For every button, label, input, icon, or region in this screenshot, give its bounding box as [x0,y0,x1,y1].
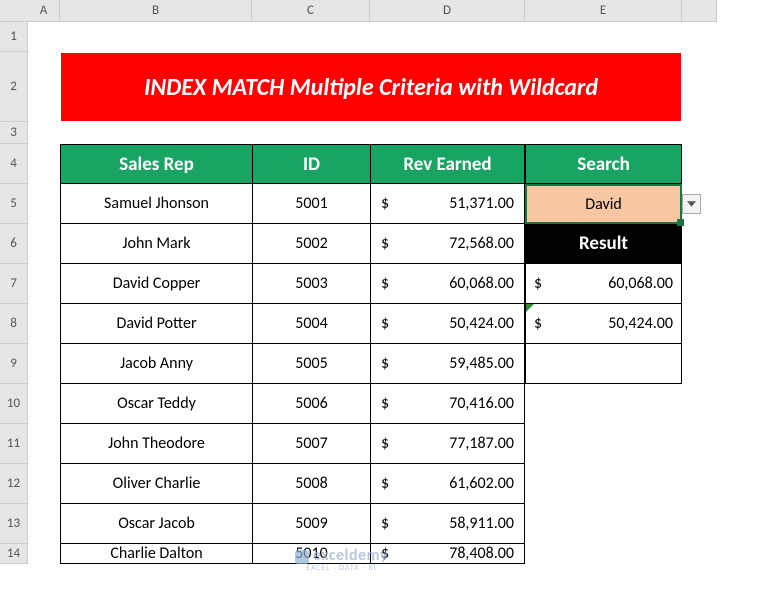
error-flag-icon[interactable] [526,304,534,312]
watermark-subtext: EXCEL · DATA · BI [306,564,377,572]
currency-amount: 50,424.00 [608,314,673,333]
cell-rep[interactable]: Oscar Teddy [60,384,252,424]
result-cell[interactable]: $ 60,068.00 [525,264,682,304]
page-title: INDEX MATCH Multiple Criteria with Wildc… [60,52,682,122]
row-header-8[interactable]: 8 [0,304,28,344]
cell-rev[interactable]: $ 50,424.00 [370,304,525,344]
row-header-3[interactable]: 3 [0,122,28,144]
currency-amount: 50,424.00 [449,314,516,333]
col-header-C[interactable]: C [252,0,370,22]
cell-rep[interactable]: Samuel Jhonson [60,184,252,224]
row-header-10[interactable]: 10 [0,384,28,424]
cell-rev[interactable]: $ 77,187.00 [370,424,525,464]
row-header-7[interactable]: 7 [0,264,28,304]
currency-symbol: $ [534,314,542,333]
cell-id[interactable]: 5005 [252,344,370,384]
cell-id[interactable]: 5007 [252,424,370,464]
currency-symbol: $ [379,514,389,533]
row-header-9[interactable]: 9 [0,344,28,384]
currency-amount: 60,068.00 [449,274,516,293]
currency-amount: 77,187.00 [449,434,516,453]
currency-symbol: $ [379,354,389,373]
row-header-12[interactable]: 12 [0,464,28,504]
currency-amount: 78,408.00 [449,544,516,563]
currency-symbol: $ [379,394,389,413]
currency-amount: 59,485.00 [449,354,516,373]
result-header[interactable]: Result [525,224,682,264]
col-header-E[interactable]: E [525,0,682,22]
col-header-D[interactable]: D [370,0,525,22]
th-rev-earned[interactable]: Rev Earned [370,144,525,184]
cell-rep[interactable]: David Potter [60,304,252,344]
cell-id[interactable]: 5001 [252,184,370,224]
cell-id[interactable]: 5004 [252,304,370,344]
currency-symbol: $ [379,234,389,253]
fill-handle[interactable] [677,219,684,226]
row-header-5[interactable]: 5 [0,184,28,224]
cell-rep[interactable]: Charlie Dalton [60,544,252,564]
cell-rev[interactable]: $ 70,416.00 [370,384,525,424]
row-header-11[interactable]: 11 [0,424,28,464]
cell-rep[interactable]: Oliver Charlie [60,464,252,504]
currency-amount: 61,602.00 [449,474,516,493]
row-header-13[interactable]: 13 [0,504,28,544]
currency-symbol: $ [379,274,389,293]
currency-amount: 51,371.00 [449,194,516,213]
cell-rev[interactable]: $ 60,068.00 [370,264,525,304]
row-header-6[interactable]: 6 [0,224,28,264]
cell-rep[interactable]: John Theodore [60,424,252,464]
currency-amount: 58,911.00 [449,514,516,533]
cell-rev[interactable]: $ 72,568.00 [370,224,525,264]
row-header-2[interactable]: 2 [0,52,28,122]
data-validation-dropdown[interactable] [682,194,701,214]
cell-rev[interactable]: $ 58,911.00 [370,504,525,544]
worksheet: A A B C D E 1 2 3 4 5 6 7 8 9 10 11 12 1… [0,0,768,564]
col-header-B[interactable]: B [60,0,252,22]
currency-amount: 60,068.00 [608,274,673,293]
row-header-14[interactable]: 14 [0,544,28,564]
currency-amount: 70,416.00 [449,394,516,413]
currency-symbol: $ [534,274,542,293]
cell-id[interactable]: 5009 [252,504,370,544]
cell-rep[interactable]: David Copper [60,264,252,304]
cell-rev[interactable]: $ 78,408.00 [370,544,525,564]
th-sales-rep[interactable]: Sales Rep [60,144,252,184]
row-header-1[interactable]: 1 [0,22,28,52]
search-value: David [585,195,622,214]
cell-id[interactable]: 5002 [252,224,370,264]
cell-rep[interactable]: John Mark [60,224,252,264]
cell-rev[interactable]: $ 59,485.00 [370,344,525,384]
currency-symbol: $ [379,434,389,453]
cell-id[interactable]: 5003 [252,264,370,304]
currency-symbol: $ [379,474,389,493]
th-search[interactable]: Search [525,144,682,184]
cell-rev[interactable]: $ 61,602.00 [370,464,525,504]
col-header-A[interactable]: A [28,0,60,22]
cell-id[interactable]: 5006 [252,384,370,424]
currency-symbol: $ [379,544,389,563]
currency-symbol: $ [379,314,389,333]
cell-id[interactable]: 5008 [252,464,370,504]
cell-rep[interactable]: Oscar Jacob [60,504,252,544]
result-cell-empty[interactable] [525,344,682,384]
search-input-cell[interactable]: David [525,184,682,224]
cell-rev[interactable]: $ 51,371.00 [370,184,525,224]
cell-id[interactable]: 5010 [252,544,370,564]
currency-symbol: $ [379,194,389,213]
row-header-4[interactable]: 4 [0,144,28,184]
th-id[interactable]: ID [252,144,370,184]
chevron-down-icon [687,201,696,207]
cell-rep[interactable]: Jacob Anny [60,344,252,384]
currency-amount: 72,568.00 [449,234,516,253]
result-cell[interactable]: $ 50,424.00 [525,304,682,344]
col-header-spacer [682,0,717,22]
